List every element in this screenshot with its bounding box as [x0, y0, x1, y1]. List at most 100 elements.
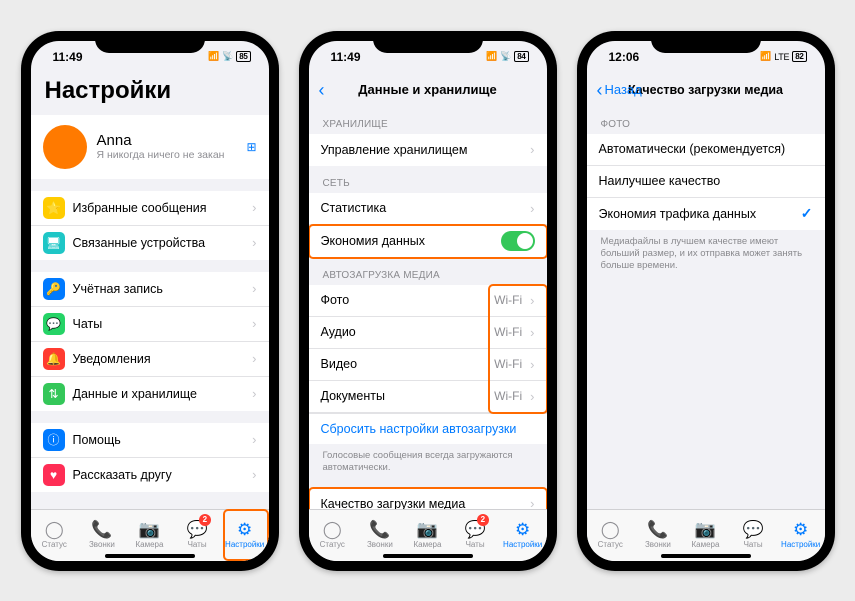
row-reset[interactable]: Сбросить настройки автозагрузки: [309, 413, 547, 444]
back-button[interactable]: ‹Назад: [597, 81, 642, 99]
chevron-right-icon: ›: [530, 142, 534, 157]
phone-quality: 12:06 📶 LTE 82 ‹Назад Качество загрузки …: [577, 31, 835, 571]
row-docs[interactable]: ДокументыWi-Fi›: [309, 381, 547, 413]
tab-settings[interactable]: ⚙Настройки: [221, 510, 269, 561]
signal-icon: 📶: [208, 51, 219, 62]
status-icon: ◯: [323, 521, 342, 538]
chevron-right-icon: ›: [252, 467, 256, 482]
battery-icon: 82: [792, 51, 806, 62]
chevron-right-icon: ›: [530, 496, 534, 508]
row-help[interactable]: ⓘ Помощь›: [31, 423, 269, 458]
option-best[interactable]: Наилучшее качество: [587, 166, 825, 198]
page-title: Настройки: [31, 73, 269, 115]
devices-icon: 🖥: [43, 232, 65, 254]
group-main: 🔑 Учётная запись› 💬 Чаты› 🔔 Уведомления›…: [31, 272, 269, 411]
camera-icon: 📷: [139, 521, 160, 538]
nav-bar: ‹ Данные и хранилище: [309, 73, 547, 107]
wifi-icon: 📡: [222, 51, 233, 62]
status-indicators: 📶 📡 84: [486, 51, 528, 62]
chevron-right-icon: ›: [252, 200, 256, 215]
option-saver[interactable]: Экономия трафика данных✓: [587, 198, 825, 230]
network-label: LTE: [774, 52, 789, 62]
row-account[interactable]: 🔑 Учётная запись›: [31, 272, 269, 307]
notch: [95, 31, 205, 53]
gear-icon: ⚙: [237, 521, 252, 538]
camera-icon: 📷: [417, 521, 438, 538]
row-manage-storage[interactable]: Управление хранилищем›: [309, 134, 547, 166]
group-favorites: ⭐ Избранные сообщения › 🖥 Связанные устр…: [31, 191, 269, 260]
row-stats[interactable]: Статистика›: [309, 193, 547, 225]
chevron-right-icon: ›: [252, 235, 256, 250]
badge: 2: [477, 514, 489, 526]
footnote-voice: Голосовые сообщения всегда загружаются а…: [309, 444, 547, 481]
chevron-left-icon: ‹: [319, 81, 325, 99]
chevron-right-icon: ›: [530, 389, 534, 404]
chevron-right-icon: ›: [252, 386, 256, 401]
chevron-right-icon: ›: [530, 357, 534, 372]
bell-icon: 🔔: [43, 348, 65, 370]
tab-status[interactable]: ◯Статус: [309, 510, 357, 561]
signal-icon: 📶: [760, 51, 771, 62]
row-data-saver[interactable]: Экономия данных: [309, 225, 547, 258]
row-notifications[interactable]: 🔔 Уведомления›: [31, 342, 269, 377]
wifi-icon: 📡: [500, 51, 511, 62]
row-tell[interactable]: ♥ Рассказать другу›: [31, 458, 269, 492]
row-photo[interactable]: ФотоWi-Fi›: [309, 285, 547, 317]
tab-status[interactable]: ◯Статус: [587, 510, 635, 561]
home-indicator: [661, 554, 751, 558]
nav-bar: ‹Назад Качество загрузки медиа: [587, 73, 825, 107]
camera-icon: 📷: [695, 521, 716, 538]
chevron-right-icon: ›: [530, 201, 534, 216]
row-starred[interactable]: ⭐ Избранные сообщения ›: [31, 191, 269, 226]
status-time: 11:49: [53, 50, 83, 64]
profile-name: Anna: [97, 132, 225, 149]
row-audio[interactable]: АудиоWi-Fi›: [309, 317, 547, 349]
profile-sub: Я никогда ничего не закан: [97, 149, 225, 161]
signal-icon: 📶: [486, 51, 497, 62]
chat-icon: 💬: [742, 521, 763, 538]
notch: [373, 31, 483, 53]
phone-icon: 📞: [369, 521, 390, 538]
row-chats[interactable]: 💬 Чаты›: [31, 307, 269, 342]
section-photo: ФОТО: [587, 107, 825, 134]
phone-storage: 11:49 📶 📡 84 ‹ Данные и хранилище ХРАНИЛ…: [299, 31, 557, 571]
tab-status[interactable]: ◯Статус: [31, 510, 79, 561]
option-auto[interactable]: Автоматически (рекомендуется): [587, 134, 825, 166]
badge: 2: [199, 514, 211, 526]
status-indicators: 📶 LTE 82: [760, 51, 806, 62]
check-icon: ✓: [801, 205, 813, 222]
chevron-right-icon: ›: [530, 325, 534, 340]
section-network: СЕТЬ: [309, 166, 547, 193]
qr-icon[interactable]: ⊞: [246, 140, 256, 154]
home-indicator: [383, 554, 473, 558]
row-linked[interactable]: 🖥 Связанные устройства ›: [31, 226, 269, 260]
toggle-data-saver[interactable]: [501, 231, 535, 251]
status-indicators: 📶 📡 85: [208, 51, 250, 62]
back-button[interactable]: ‹: [319, 81, 325, 99]
star-icon: ⭐: [43, 197, 65, 219]
info-icon: ⓘ: [43, 429, 65, 451]
row-quality[interactable]: Качество загрузки медиа›: [309, 488, 547, 508]
nav-title: Данные и хранилище: [358, 82, 496, 97]
gear-icon: ⚙: [793, 521, 808, 538]
status-time: 12:06: [609, 50, 640, 64]
footnote-quality: Медиафайлы в лучшем качестве имеют больш…: [587, 230, 825, 279]
chevron-right-icon: ›: [252, 281, 256, 296]
status-icon: ◯: [601, 521, 620, 538]
tab-settings[interactable]: ⚙Настройки: [777, 510, 825, 561]
phone-settings: 11:49 📶 📡 85 Настройки Anna Я никогда ни…: [21, 31, 279, 571]
profile-row[interactable]: Anna Я никогда ничего не закан ⊞: [31, 115, 269, 179]
chevron-right-icon: ›: [252, 351, 256, 366]
row-video[interactable]: ВидеоWi-Fi›: [309, 349, 547, 381]
row-storage[interactable]: ⇅ Данные и хранилище›: [31, 377, 269, 411]
gear-icon: ⚙: [515, 521, 530, 538]
section-storage: ХРАНИЛИЩЕ: [309, 107, 547, 134]
chat-icon: 💬: [43, 313, 65, 335]
heart-icon: ♥: [43, 464, 65, 486]
battery-icon: 84: [514, 51, 528, 62]
status-time: 11:49: [331, 50, 361, 64]
tab-settings[interactable]: ⚙Настройки: [499, 510, 547, 561]
status-icon: ◯: [45, 521, 64, 538]
avatar: [43, 125, 87, 169]
home-indicator: [105, 554, 195, 558]
